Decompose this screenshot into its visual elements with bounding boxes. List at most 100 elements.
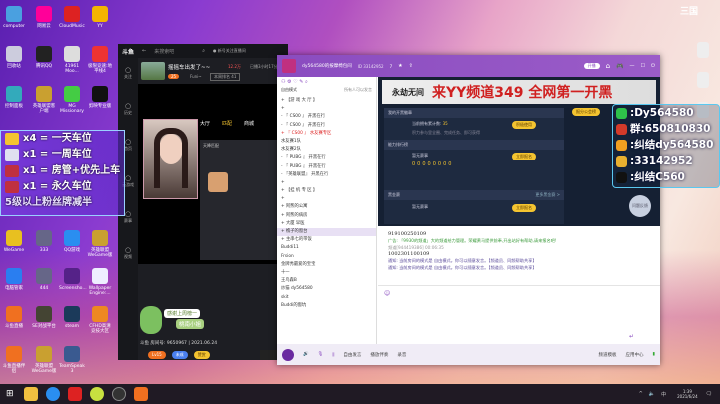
home-icon[interactable]: ⌂ — [606, 62, 610, 70]
desktop-icon[interactable]: 网易云 — [31, 6, 57, 29]
channel-list-item[interactable]: Buddi11 — [277, 244, 376, 252]
desktop-icon[interactable]: Screensho... — [59, 268, 87, 291]
follow-link[interactable]: ● 新号关注直播间 — [213, 48, 246, 54]
desktop-icon[interactable]: QQ游戏 — [59, 230, 85, 253]
channel-list-item[interactable]: + 樵子的窗台 — [277, 228, 376, 237]
channel-list-item[interactable]: - 『英雄联盟』 开黑在行 — [277, 171, 376, 179]
back-icon[interactable]: ← — [142, 48, 146, 54]
signup-button-2[interactable]: 立即报名 — [512, 204, 536, 212]
channel-list-item[interactable]: + 【游 戏 大 厅 】 — [277, 97, 376, 105]
sidebar-item[interactable]: ○ 历史 — [118, 94, 138, 130]
guild-rank-button[interactable]: 报分公会榜 — [572, 108, 600, 116]
app-icon[interactable] — [89, 387, 104, 401]
channel-list-item[interactable]: + 大厦 早医 — [277, 220, 376, 228]
channel-list-item[interactable]: + 主串七的带饭 — [277, 236, 376, 244]
desktop-icon[interactable]: 英雄联盟WeGame版 — [87, 230, 113, 258]
maximize-button[interactable]: ☐ — [641, 63, 645, 69]
browser-icon[interactable] — [45, 387, 60, 401]
desktop-icon[interactable]: 回收站 — [1, 46, 27, 69]
channel-list-item[interactable]: 水友赛2队 — [277, 146, 376, 154]
desktop-icon[interactable]: computer — [1, 6, 27, 29]
desktop-icon[interactable]: 斗鱼直播伴侣 — [1, 346, 27, 374]
use-button[interactable]: 积极使用 — [512, 121, 536, 129]
star-icon[interactable]: ★ — [398, 63, 402, 69]
music-button[interactable]: 播放伴奏 — [370, 352, 388, 358]
channel-list-item[interactable]: - 『 PUBG 』 开黑在行 — [277, 154, 376, 162]
channel-list-item[interactable]: + — [277, 179, 376, 187]
desktop-icon[interactable]: CloudMusic — [59, 6, 85, 29]
channel-list-item[interactable]: + 【挂 机 专 区 】 — [277, 187, 376, 195]
channel-list-item[interactable]: + — [277, 105, 376, 113]
live-button[interactable]: 开播 — [583, 63, 600, 69]
tab-hall[interactable]: 大厅 — [200, 120, 210, 130]
channel-list-item[interactable]: + — [277, 195, 376, 203]
clock[interactable]: 1:39 2021/6/24 — [677, 389, 698, 399]
channel-list-item[interactable]: Buddi的窗坑 — [277, 302, 376, 310]
tab-shop[interactable]: 商城 — [244, 120, 254, 130]
desktop-icon[interactable]: 控制面板 — [1, 86, 27, 109]
close-button[interactable]: ⏻ — [651, 63, 655, 69]
template-button[interactable]: 频道模板 — [599, 352, 617, 358]
user-avatar[interactable] — [282, 348, 294, 361]
free-speak-button[interactable]: 自由发言 — [343, 352, 361, 358]
chat-input[interactable]: ☺ ↵ — [378, 285, 660, 344]
speaker-icon[interactable]: 🔊 — [303, 352, 309, 357]
tray-chevron-icon[interactable]: ^ — [639, 391, 643, 397]
desktop-icon[interactable]: steam — [59, 306, 85, 329]
desktop-icon[interactable]: YY — [87, 6, 113, 29]
obs-icon[interactable] — [111, 387, 126, 401]
volume-icon[interactable]: 🔈 — [649, 391, 655, 397]
search-input[interactable]: 来搜索吧 — [154, 48, 194, 55]
game-icon[interactable]: 🎮 — [616, 63, 623, 70]
ime-indicator[interactable]: 中 — [661, 391, 666, 398]
channel-list-item[interactable]: 水友赛1队 — [277, 138, 376, 146]
desktop-icon[interactable]: 英雄联盟WeGame版 — [31, 346, 57, 374]
tab-match[interactable]: 匹配 — [222, 120, 232, 130]
more-link[interactable]: 更多黑金赛 > — [535, 192, 560, 198]
channel-list-item[interactable]: 十一 — [277, 269, 376, 277]
desktop-icon[interactable]: 电脑管家 — [1, 268, 27, 291]
search-icon[interactable]: ⌕ — [202, 48, 205, 54]
desktop-icon[interactable]: 41961 Moo... — [59, 46, 85, 74]
minimize-button[interactable]: — — [630, 63, 635, 69]
record-button[interactable]: 录音 — [397, 352, 406, 358]
share-icon[interactable]: ⇪ — [409, 63, 413, 69]
douyu-icon[interactable] — [133, 387, 148, 401]
channel-list-item[interactable]: 金牌秀最爱的宝宝 — [277, 261, 376, 269]
sidebar-item[interactable]: ○ 视频 — [118, 238, 138, 274]
desktop-icon[interactable]: 腾讯QQ — [31, 46, 57, 69]
desktop-icon[interactable]: 剪映专业版 — [87, 86, 113, 109]
channel-list-item[interactable]: skit — [277, 294, 376, 302]
badge-level[interactable]: Lv15 — [148, 351, 166, 359]
desktop-icon[interactable]: 英雄联盟客户端 — [31, 86, 57, 114]
sidebar-item[interactable]: ○ 关注 — [118, 58, 138, 94]
channel-list-item[interactable]: - 『 CS00 』 开黑在行 — [277, 113, 376, 121]
mic-icon[interactable]: 🎙 — [318, 352, 324, 357]
help-button[interactable]: 问题反馈 — [629, 195, 651, 217]
desktop-icon[interactable]: 444 — [31, 268, 57, 291]
desktop-icon[interactable]: MG Missionary — [59, 86, 85, 114]
netease-icon[interactable] — [67, 387, 82, 401]
apps-button[interactable]: 应用中心 — [626, 352, 644, 358]
channel-list-item[interactable]: Frsion — [277, 253, 376, 261]
channel-list-item[interactable]: 王鸟森B — [277, 277, 376, 285]
send-icon[interactable]: ↵ — [629, 333, 634, 340]
desktop-icon[interactable]: CFHD高清竞技大区 — [87, 306, 113, 334]
desktop-icon[interactable]: SE对战平台 — [31, 306, 57, 329]
file-explorer-icon[interactable] — [23, 387, 38, 401]
channel-list-item[interactable]: 炒猫 dy564580 — [277, 285, 376, 293]
desktop-file-icon[interactable] — [690, 72, 716, 90]
channel-list-item[interactable]: + 阿熊的病房 — [277, 212, 376, 220]
notification-icon[interactable]: 🗨 — [706, 391, 712, 397]
desktop-file-icon[interactable] — [690, 42, 716, 60]
mode-selector[interactable]: 自由模式 — [281, 87, 297, 97]
channel-list-item[interactable]: + 阿熊的公寓 — [277, 203, 376, 211]
channel-list-item[interactable]: - 『 PUBG 』 开黑在行 — [277, 163, 376, 171]
start-button[interactable]: ⊞ — [6, 389, 14, 399]
emoji-icon[interactable]: ☺ — [384, 290, 390, 297]
desktop-icon[interactable]: 斗鱼直播 — [1, 306, 27, 329]
channel-list-item[interactable]: + 『 CS00 』 水友赛专区 — [277, 130, 376, 138]
desktop-icon[interactable]: 极限竞速:地平线4 — [87, 46, 113, 74]
desktop-icon[interactable]: 333 — [31, 230, 57, 253]
desktop-icon[interactable]: TeamSpeak 3 — [59, 346, 85, 374]
